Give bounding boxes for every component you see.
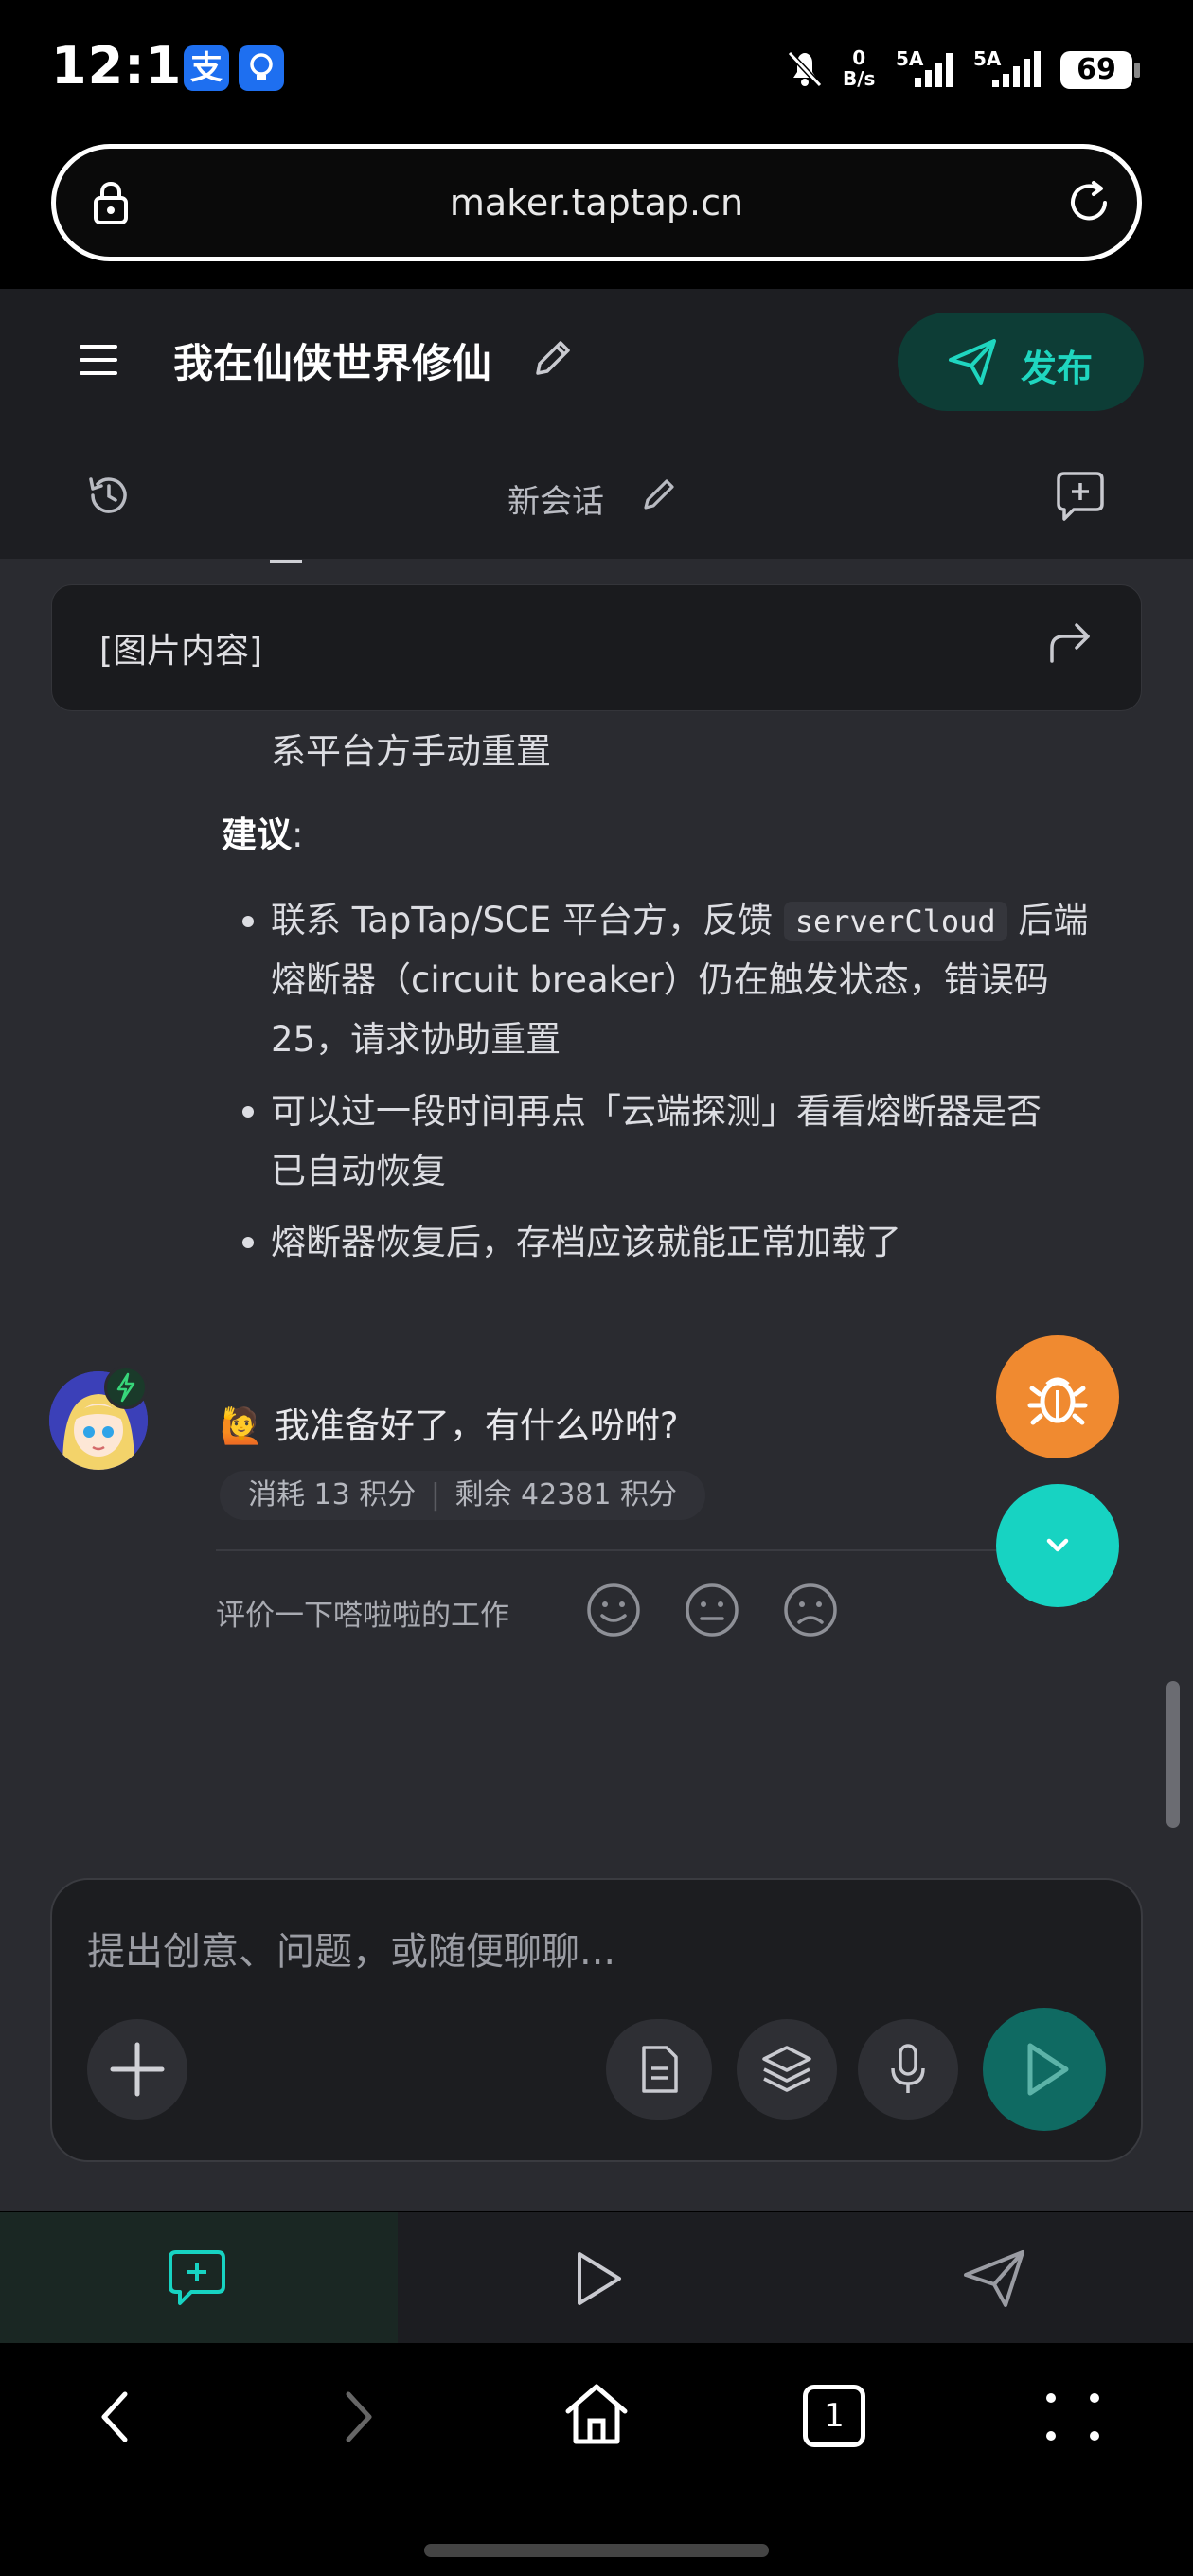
signal-1-icon: [913, 49, 960, 89]
image-content-card[interactable]: [图片内容]: [51, 584, 1142, 711]
inline-code: serverCloud: [783, 902, 1007, 941]
battery-tip: [1134, 63, 1140, 78]
bullet-1-line-3: 25，请求协助重置: [271, 1019, 561, 1060]
bullet-1-text-after: 后端: [1018, 900, 1089, 940]
more-menu-icon[interactable]: [1042, 2388, 1104, 2445]
scroll-down-button[interactable]: [996, 1484, 1119, 1607]
home-indicator[interactable]: [424, 2544, 769, 2557]
bullet-2-line-2: 已自动恢复: [271, 1151, 446, 1191]
credit-usage-pill: 消耗 13 积分 | 剩余 42381 积分: [220, 1471, 706, 1520]
url-text: maker.taptap.cn: [449, 182, 744, 224]
tab-chat-icon[interactable]: [165, 2248, 231, 2309]
rate-prompt: 评价一下嗒啦啦的工作: [216, 1599, 509, 1633]
document-button[interactable]: [606, 2019, 712, 2120]
tab-publish-icon[interactable]: [962, 2248, 1028, 2309]
clipped-text-fragment: [270, 549, 302, 563]
raising-hand-emoji: 🙋: [220, 1405, 264, 1446]
back-icon[interactable]: [95, 2388, 136, 2445]
mute-bell-icon: [782, 45, 828, 91]
reload-icon[interactable]: [1065, 179, 1113, 226]
share-arrow-icon[interactable]: [1046, 621, 1094, 665]
lightning-badge-icon: [104, 1366, 148, 1409]
bug-report-button[interactable]: [996, 1335, 1119, 1458]
bullet-1-line-1: 联系 TapTap/SCE 平台方，反馈 serverCloud 后端: [271, 890, 1088, 952]
history-icon[interactable]: [85, 472, 133, 519]
cost-value: 13: [313, 1478, 350, 1512]
bullet-3-line-1: 熔断器恢复后，存档应该就能正常加载了: [271, 1222, 901, 1262]
assistant-greeting: 🙋 我准备好了，有什么吩咐?: [220, 1397, 678, 1448]
send-plane-icon: [947, 337, 998, 386]
suggestion-heading: 建议:: [222, 805, 303, 865]
bullet-dot: [242, 1237, 254, 1248]
publish-button[interactable]: 发布: [898, 313, 1144, 411]
chat-input-placeholder[interactable]: 提出创意、问题，或随便聊聊...: [87, 1921, 615, 1976]
tab-switcher-button[interactable]: 1: [803, 2385, 865, 2447]
microphone-button[interactable]: [858, 2019, 958, 2120]
add-attachment-button[interactable]: [87, 2019, 187, 2120]
happy-face-icon[interactable]: [585, 1582, 642, 1638]
send-button[interactable]: [983, 2008, 1106, 2131]
suggestion-heading-label: 建议: [222, 814, 292, 855]
edit-session-icon[interactable]: [640, 475, 678, 513]
remain-unit: 积分: [620, 1478, 678, 1512]
remain-value: 42381: [521, 1478, 612, 1512]
net-speed-unit: B/s: [843, 67, 876, 90]
forward-icon[interactable]: [337, 2388, 379, 2445]
bullet-1-text: 联系 TapTap/SCE 平台方，反馈: [271, 900, 773, 940]
layers-button[interactable]: [737, 2019, 837, 2120]
suggestion-heading-colon: :: [292, 814, 304, 855]
new-chat-icon[interactable]: [1053, 470, 1108, 523]
net-speed-value: 0: [852, 46, 866, 69]
bullet-2-line-1: 可以过一段时间再点「云端探测」看看熔断器是否: [271, 1091, 1042, 1132]
project-title: 我在仙侠世界修仙: [173, 340, 492, 386]
bullet-1-line-2: 熔断器（circuit breaker）仍在触发状态，错误码: [271, 959, 1049, 1000]
chat-scrollbar[interactable]: [1166, 1681, 1180, 1828]
bullet-dot: [242, 1106, 254, 1118]
signal-2-icon: [990, 49, 1049, 89]
cost-label: 消耗: [248, 1478, 305, 1512]
tab-preview-play-icon[interactable]: [570, 2248, 627, 2309]
greeting-text: 我准备好了，有什么吩咐?: [274, 1405, 679, 1446]
home-icon[interactable]: [562, 2379, 631, 2447]
lightbulb-icon: [239, 45, 284, 91]
remain-label: 剩余: [454, 1478, 512, 1512]
sad-face-icon[interactable]: [782, 1582, 839, 1638]
url-bar[interactable]: maker.taptap.cn: [51, 144, 1142, 261]
neutral-face-icon[interactable]: [684, 1582, 740, 1638]
battery-indicator: 69: [1060, 51, 1132, 89]
publish-label: 发布: [1021, 348, 1094, 389]
browser-navigation-bar: [0, 2343, 1193, 2576]
alipay-icon: 支: [184, 45, 229, 91]
menu-icon[interactable]: [78, 339, 119, 381]
edit-title-icon[interactable]: [530, 337, 574, 381]
net-speed: 0 B/s: [843, 47, 875, 89]
session-title[interactable]: 新会话: [507, 475, 604, 522]
cost-unit: 积分: [359, 1478, 417, 1512]
message-text-line: 系平台方手动重置: [271, 731, 551, 772]
bullet-dot: [242, 916, 254, 927]
divider: [216, 1549, 1002, 1551]
image-card-label: [图片内容]: [99, 632, 263, 671]
pill-divider: |: [430, 1478, 440, 1512]
